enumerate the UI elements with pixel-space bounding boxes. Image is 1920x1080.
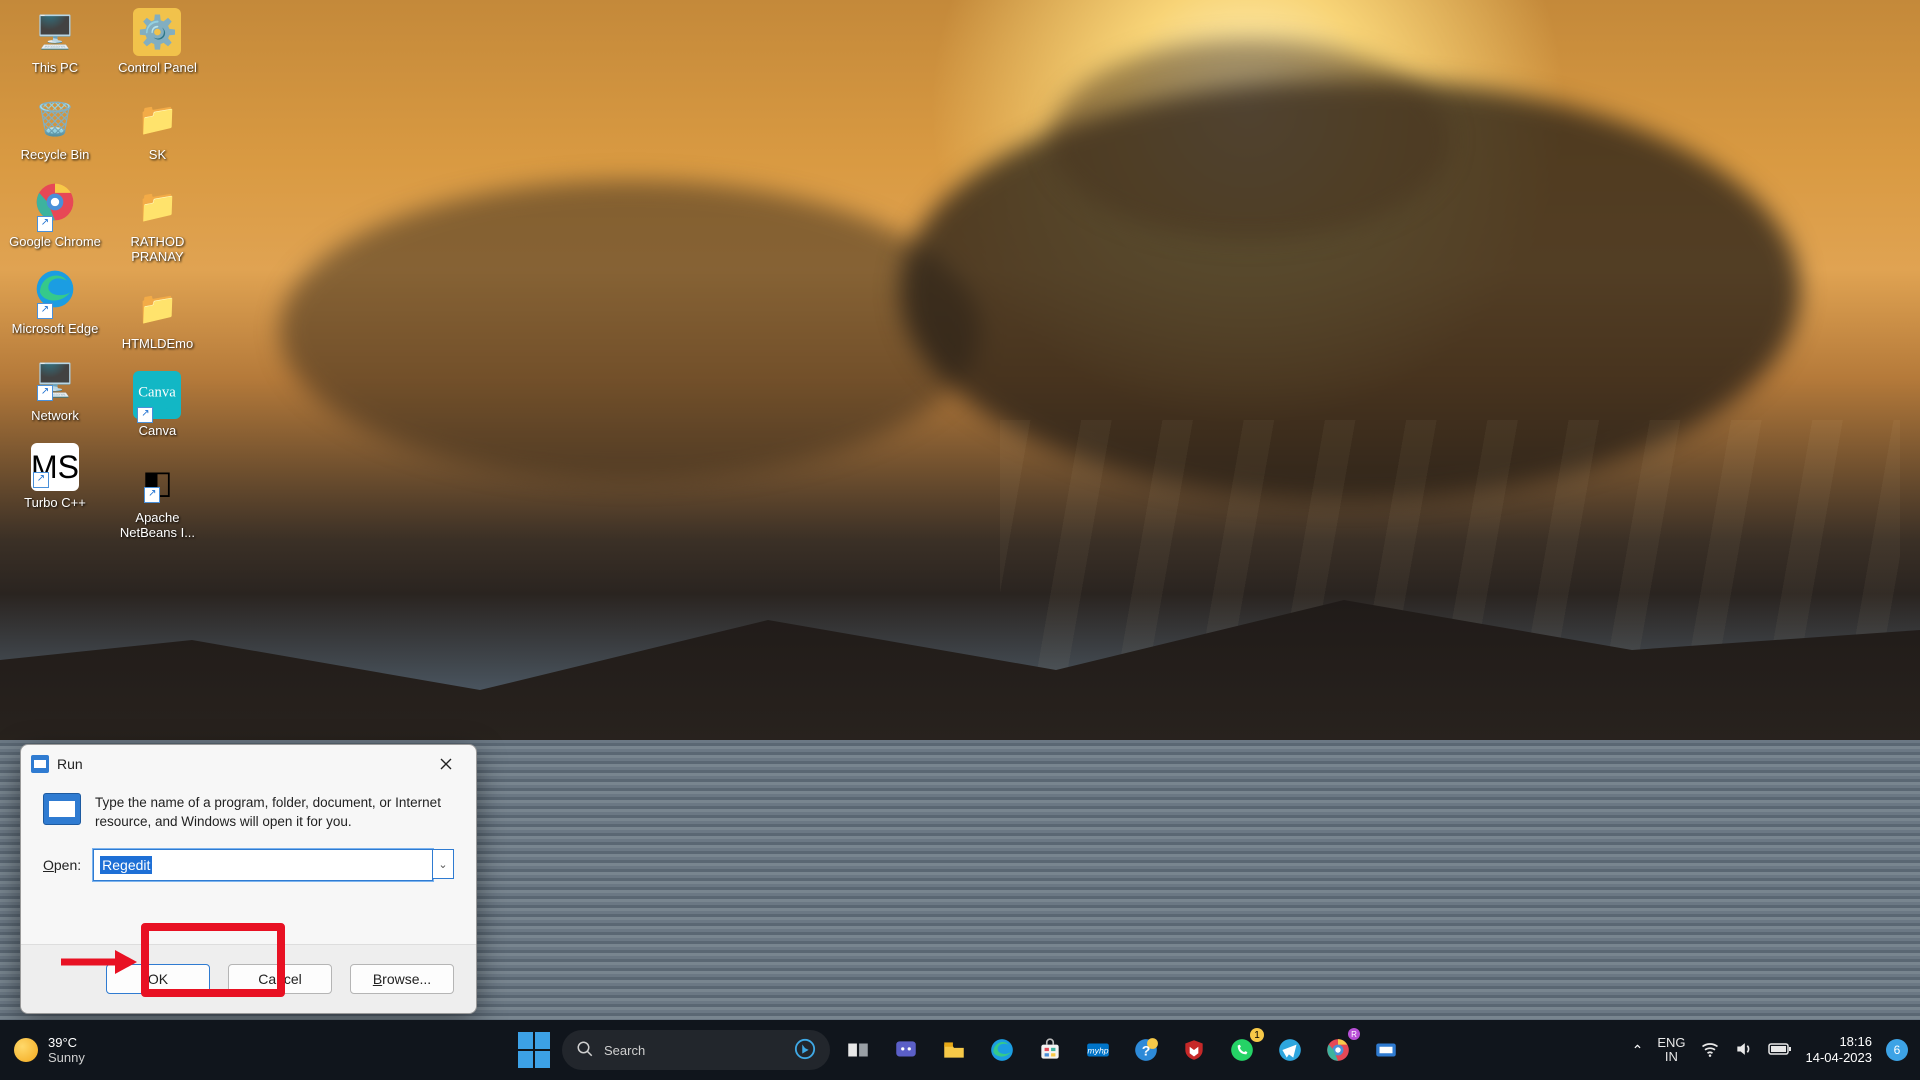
desktop-icon-label: SK bbox=[108, 147, 206, 162]
taskbar-center: Search myhp ? 1 R bbox=[514, 1020, 1406, 1080]
desktop-icon[interactable]: Canva↗Canva bbox=[108, 371, 206, 438]
annotation-arrow-icon bbox=[57, 948, 137, 981]
app-icon: 🖥️↗ bbox=[35, 361, 75, 399]
search-placeholder: Search bbox=[604, 1043, 645, 1058]
desktop-icon-label: Turbo C++ bbox=[6, 495, 104, 510]
file-explorer-icon[interactable] bbox=[934, 1030, 974, 1070]
desktop-icon-label: Google Chrome bbox=[6, 234, 104, 249]
desktop-icon-label: Microsoft Edge bbox=[6, 321, 104, 336]
taskbar: 39°C Sunny Search myhp ? bbox=[0, 1020, 1920, 1080]
open-label: Open: bbox=[43, 857, 81, 873]
wifi-icon[interactable] bbox=[1700, 1039, 1720, 1062]
open-dropdown-chevron-icon[interactable]: ⌄ bbox=[433, 849, 454, 879]
language-indicator[interactable]: ENG IN bbox=[1657, 1036, 1685, 1064]
desktop-icon[interactable]: ⚙️ Control Panel bbox=[108, 8, 206, 75]
desktop-icon[interactable]: ↗ Google Chrome bbox=[6, 182, 104, 249]
run-app-icon bbox=[43, 793, 81, 825]
desktop-icon-label: RATHOD PRANAY bbox=[108, 234, 206, 264]
notification-badge[interactable]: 6 bbox=[1886, 1039, 1908, 1061]
bing-chat-icon[interactable] bbox=[794, 1038, 816, 1063]
svg-text:Canva: Canva bbox=[139, 385, 177, 401]
run-dialog: Run Type the name of a program, folder, … bbox=[20, 744, 477, 1014]
desktop-icon[interactable]: 📁 HTMLDEmo bbox=[108, 284, 206, 351]
help-icon[interactable]: ? bbox=[1126, 1030, 1166, 1070]
svg-text:myhp: myhp bbox=[1087, 1045, 1108, 1055]
weather-temp: 39°C bbox=[48, 1035, 85, 1050]
svg-text:?: ? bbox=[1142, 1042, 1151, 1058]
whatsapp-icon[interactable]: 1 bbox=[1222, 1030, 1262, 1070]
battery-icon[interactable] bbox=[1768, 1041, 1792, 1060]
chat-icon[interactable] bbox=[886, 1030, 926, 1070]
taskbar-right: ⌃ ENG IN 18:16 14-04-2023 6 bbox=[1632, 1020, 1908, 1080]
desktop-icon[interactable]: MS↗ Turbo C++ bbox=[6, 443, 104, 510]
app-icon: 🖥️ bbox=[35, 13, 75, 51]
wallpaper-cloud bbox=[280, 180, 980, 480]
weather-desc: Sunny bbox=[48, 1050, 85, 1065]
run-title: Run bbox=[57, 756, 83, 772]
desktop-icon[interactable]: 📁 SK bbox=[108, 95, 206, 162]
desktop-icon-label: Control Panel bbox=[108, 60, 206, 75]
clock-time: 18:16 bbox=[1806, 1034, 1873, 1050]
desktop-icon-label: Apache NetBeans I... bbox=[108, 510, 206, 540]
app-icon: ⚙️ bbox=[138, 13, 178, 51]
taskbar-weather[interactable]: 39°C Sunny bbox=[14, 1020, 85, 1080]
tray-chevron-icon[interactable]: ⌃ bbox=[1632, 1042, 1644, 1059]
app-icon: 📁 bbox=[138, 100, 178, 138]
taskbar-clock[interactable]: 18:16 14-04-2023 bbox=[1806, 1034, 1873, 1066]
clock-date: 14-04-2023 bbox=[1806, 1050, 1873, 1066]
app-icon: ◧↗ bbox=[142, 463, 172, 501]
desktop-icon[interactable]: 🖥️ This PC bbox=[6, 8, 104, 75]
desktop-icon[interactable]: 🖥️↗ Network bbox=[6, 356, 104, 423]
run-description: Type the name of a program, folder, docu… bbox=[95, 793, 454, 831]
close-button[interactable] bbox=[426, 749, 466, 779]
desktop-icon-label: Canva bbox=[108, 423, 206, 438]
open-input[interactable]: Regedit bbox=[93, 849, 433, 881]
desktop-icon-label: HTMLDEmo bbox=[108, 336, 206, 351]
run-taskbar-icon[interactable] bbox=[1366, 1030, 1406, 1070]
myhp-icon[interactable]: myhp bbox=[1078, 1030, 1118, 1070]
desktop[interactable]: 🖥️ This PC 🗑️ Recycle Bin ↗ Google Chrome ↗ Mic… bbox=[0, 0, 1920, 1080]
mcafee-icon[interactable] bbox=[1174, 1030, 1214, 1070]
wallpaper-cloud bbox=[1050, 40, 1450, 240]
microsoft-store-icon[interactable] bbox=[1030, 1030, 1070, 1070]
app-icon: 📁 bbox=[138, 289, 178, 327]
edge-icon[interactable] bbox=[982, 1030, 1022, 1070]
start-button[interactable] bbox=[514, 1030, 554, 1070]
desktop-icons: 🖥️ This PC 🗑️ Recycle Bin ↗ Google Chrome ↗ Mic… bbox=[6, 8, 206, 560]
app-icon: 🗑️ bbox=[35, 100, 75, 138]
app-icon: Canva↗ bbox=[135, 369, 179, 421]
run-icon bbox=[31, 755, 49, 773]
desktop-icon-label: Recycle Bin bbox=[6, 147, 104, 162]
cancel-button[interactable]: Cancel bbox=[228, 964, 332, 994]
volume-icon[interactable] bbox=[1734, 1039, 1754, 1062]
app-icon: MS↗ bbox=[31, 449, 79, 486]
desktop-icon[interactable]: ↗ Microsoft Edge bbox=[6, 269, 104, 336]
telegram-icon[interactable] bbox=[1270, 1030, 1310, 1070]
task-view-icon[interactable] bbox=[838, 1030, 878, 1070]
desktop-icon[interactable]: 📁 RATHOD PRANAY bbox=[108, 182, 206, 264]
browse-button[interactable]: Browse... bbox=[350, 964, 454, 994]
desktop-icon-label: This PC bbox=[6, 60, 104, 75]
taskbar-search[interactable]: Search bbox=[562, 1030, 830, 1070]
chrome-taskbar-icon[interactable]: R bbox=[1318, 1030, 1358, 1070]
search-icon bbox=[576, 1040, 594, 1061]
desktop-icon-label: Network bbox=[6, 408, 104, 423]
app-icon: ↗ bbox=[35, 182, 75, 230]
run-titlebar[interactable]: Run bbox=[21, 745, 476, 783]
open-input-value: Regedit bbox=[100, 856, 152, 874]
weather-icon bbox=[14, 1038, 38, 1062]
desktop-icon[interactable]: ◧↗ Apache NetBeans I... bbox=[108, 458, 206, 540]
app-icon: ↗ bbox=[35, 269, 75, 317]
app-icon: 📁 bbox=[138, 187, 178, 225]
desktop-icon[interactable]: 🗑️ Recycle Bin bbox=[6, 95, 104, 162]
